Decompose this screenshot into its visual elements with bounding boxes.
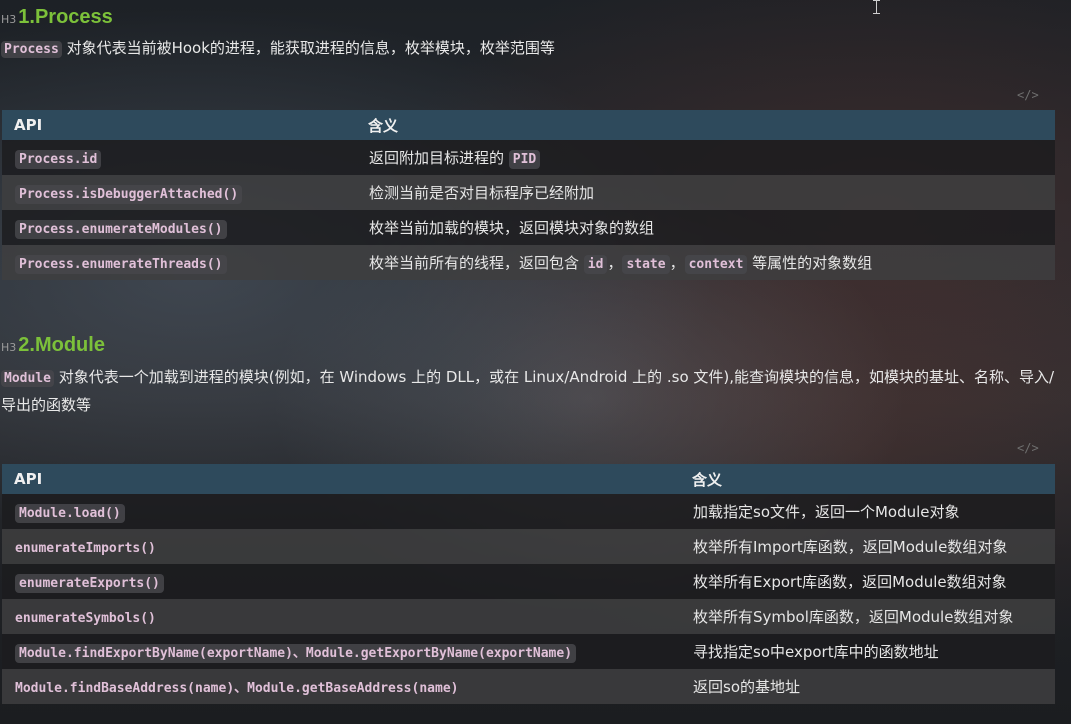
meaning-cell: 返回so的基地址: [693, 678, 800, 696]
inline-code: Process.enumerateModules(): [15, 219, 227, 239]
inline-code: enumerateImports(): [15, 540, 156, 556]
heading-title: 1.Process: [18, 6, 113, 28]
inline-code: Module.load(): [15, 503, 125, 523]
meaning-cell: 检测当前是否对目标程序已经附加: [356, 175, 1055, 210]
api-cell: Module.load(): [2, 494, 680, 529]
cell-text: 枚举当前加载的模块，返回模块对象的数组: [369, 219, 655, 237]
code-view-icon[interactable]: </>: [1017, 441, 1039, 455]
meaning-cell: 寻找指定so中export库中的函数地址: [693, 643, 939, 661]
process-api-table: API 含义 Process.id 返回附加目标进程的 PID Process.…: [2, 110, 1055, 280]
heading-title: 2.Module: [18, 334, 105, 356]
column-header-api: API: [14, 116, 43, 134]
separator: ，: [607, 254, 623, 272]
table-row: Module.findExportByName(exportName)、Modu…: [2, 634, 1055, 669]
code-view-icon[interactable]: </>: [1017, 88, 1039, 102]
meaning-cell: 加载指定so文件，返回一个Module对象: [693, 503, 960, 521]
inline-code: Module.findExportByName(exportName)、Modu…: [15, 644, 577, 663]
table-row: Process.enumerateModules() 枚举当前加载的模块，返回模…: [2, 210, 1055, 245]
meaning-cell: 枚举所有Symbol库函数，返回Module数组对象: [693, 608, 1014, 626]
table-row: enumerateImports() 枚举所有Import库函数，返回Modul…: [2, 529, 1055, 564]
table-row: Process.id 返回附加目标进程的 PID: [2, 140, 1055, 175]
api-cell: enumerateSymbols(): [2, 599, 680, 634]
column-header-meaning: 含义: [692, 470, 723, 489]
meaning-cell: 返回附加目标进程的 PID: [356, 140, 1055, 175]
inline-code: Process.isDebuggerAttached(): [15, 184, 243, 204]
inline-code: context: [684, 255, 748, 274]
cell-text: 等属性的对象数组: [747, 254, 873, 272]
inline-code: Module.findBaseAddress(name)、Module.getB…: [15, 681, 459, 696]
meaning-cell: 枚举所有Export库函数，返回Module数组对象: [693, 573, 1007, 591]
intro-text: 对象代表一个加载到进程的模块(例如，在 Windows 上的 DLL，或在 Li…: [1, 368, 1055, 414]
column-header-meaning: 含义: [368, 116, 399, 135]
api-cell: Process.id: [2, 140, 356, 175]
column-header-api: API: [14, 470, 43, 488]
inline-code: PID: [508, 150, 541, 169]
text-cursor: [873, 0, 880, 14]
api-cell: Process.isDebuggerAttached(): [2, 175, 356, 210]
table-row: enumerateExports() 枚举所有Export库函数，返回Modul…: [2, 564, 1055, 599]
inline-code: enumerateSymbols(): [15, 610, 156, 626]
inline-code: enumerateExports(): [15, 573, 164, 593]
cell-text: 返回附加目标进程的: [369, 149, 509, 167]
table-row: Module.load() 加载指定so文件，返回一个Module对象: [2, 494, 1055, 529]
module-intro: Module 对象代表一个加载到进程的模块(例如，在 Windows 上的 DL…: [1, 364, 1057, 418]
cell-text: 检测当前是否对目标程序已经附加: [369, 184, 595, 202]
api-cell: Process.enumerateThreads(): [2, 245, 356, 280]
api-cell: Module.findExportByName(exportName)、Modu…: [2, 634, 680, 669]
intro-text: 对象代表当前被Hook的进程，能获取进程的信息，枚举模块，枚举范围等: [61, 39, 555, 57]
inline-code: Process.id: [15, 149, 102, 169]
cell-text: 枚举当前所有的线程，返回包含: [369, 254, 584, 272]
table-row: Process.isDebuggerAttached() 检测当前是否对目标程序…: [2, 175, 1055, 210]
api-cell: Module.findBaseAddress(name)、Module.getB…: [2, 669, 680, 704]
meaning-cell: 枚举当前所有的线程，返回包含 id， state， context 等属性的对象数组: [356, 245, 1055, 280]
table-header-row: API 含义: [2, 110, 1055, 140]
process-intro: Process 对象代表当前被Hook的进程，能获取进程的信息，枚举模块，枚举范…: [1, 35, 1057, 63]
heading-level-tag: H3: [1, 13, 17, 26]
module-api-table: API 含义 Module.load() 加载指定so文件，返回一个Module…: [2, 464, 1055, 704]
document-content: H3 1.Process Process 对象代表当前被Hook的进程，能获取进…: [0, 0, 1071, 724]
inline-code: id: [583, 255, 608, 274]
heading-module: H3 2.Module: [1, 334, 105, 357]
inline-code: Process: [1, 41, 62, 58]
api-cell: enumerateImports(): [2, 529, 680, 564]
heading-level-tag: H3: [1, 341, 17, 354]
api-cell: enumerateExports(): [2, 564, 680, 599]
table-header-row: API 含义: [2, 464, 1055, 494]
api-cell: Process.enumerateModules(): [2, 210, 356, 245]
table-row: Process.enumerateThreads() 枚举当前所有的线程，返回包…: [2, 245, 1055, 280]
table-row: enumerateSymbols() 枚举所有Symbol库函数，返回Modul…: [2, 599, 1055, 634]
inline-code: state: [622, 255, 670, 274]
separator: ，: [669, 254, 685, 272]
table-row: Module.findBaseAddress(name)、Module.getB…: [2, 669, 1055, 704]
heading-process: H3 1.Process: [1, 6, 113, 29]
inline-code: Module: [1, 370, 54, 387]
meaning-cell: 枚举所有Import库函数，返回Module数组对象: [693, 538, 1008, 556]
inline-code: Process.enumerateThreads(): [15, 254, 227, 274]
meaning-cell: 枚举当前加载的模块，返回模块对象的数组: [356, 210, 1055, 245]
